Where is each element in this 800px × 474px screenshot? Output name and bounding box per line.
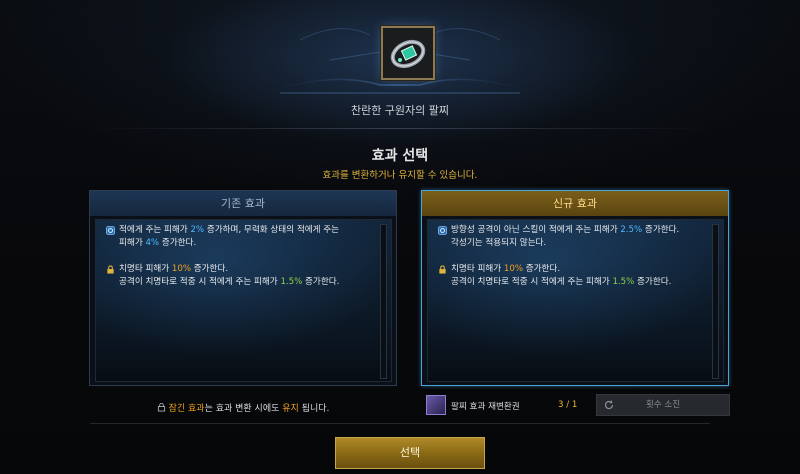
effect-entry: 치명타 피해가 10% 증가한다. 공격이 치명타로 적중 시 적에게 주는 피… — [438, 263, 706, 289]
scrollbar[interactable] — [380, 224, 387, 379]
reroll-button-label: 횟수 소진 — [645, 400, 681, 410]
current-effects-panel[interactable]: 기존 효과 적에게 주는 피해가 2% 증가하며, 무력화 상태의 적에게 주는… — [89, 190, 397, 386]
lock-icon — [439, 265, 446, 274]
effect-entry: 적에게 주는 피해가 2% 증가하며, 무력화 상태의 적에게 주는 피해가 4… — [106, 224, 374, 250]
effect-entry: 방향성 공격이 아닌 스킬이 적에게 주는 피해가 2.5% 증가한다. 각성기… — [438, 224, 706, 250]
reroll-ticket-count: 3 / 1 — [558, 400, 578, 410]
effect-icon — [438, 226, 447, 235]
select-button[interactable]: 선택 — [335, 437, 485, 469]
panel-title: 신규 효과 — [422, 191, 728, 216]
item-name: 찬란한 구원자의 팔찌 — [350, 104, 450, 117]
lock-note: 잠긴 효과는 효과 변환 시에도 유지 됩니다. — [89, 401, 397, 414]
refresh-icon — [604, 400, 614, 410]
scrollbar[interactable] — [712, 224, 719, 379]
effect-entry: 치명타 피해가 10% 증가한다. 공격이 치명타로 적중 시 적에게 주는 피… — [106, 263, 374, 289]
reroll-ticket-icon — [426, 395, 446, 415]
panel-body: 방향성 공격이 아닌 스킬이 적에게 주는 피해가 2.5% 증가한다. 각성기… — [427, 219, 724, 382]
reroll-button[interactable]: 횟수 소진 — [596, 394, 730, 416]
panel-title: 기존 효과 — [90, 191, 396, 216]
dialog-title: 효과 선택 — [371, 148, 429, 164]
reroll-ticket-row: 팔찌 효과 재변환권 3 / 1 횟수 소진 — [424, 394, 730, 416]
effect-icon — [106, 226, 115, 235]
new-effects-panel[interactable]: 신규 효과 방향성 공격이 아닌 스킬이 적에게 주는 피해가 2.5% 증가한… — [421, 190, 729, 386]
panel-body: 적에게 주는 피해가 2% 증가하며, 무력화 상태의 적에게 주는 피해가 4… — [95, 219, 392, 382]
bracelet-icon — [383, 28, 433, 78]
divider — [90, 423, 710, 424]
reroll-ticket-label: 팔찌 효과 재변환권 — [451, 402, 520, 412]
divider — [90, 128, 710, 129]
item-icon-frame — [381, 26, 435, 80]
lock-icon — [157, 403, 165, 412]
dialog-subtitle: 효과를 변환하거나 유지할 수 있습니다. — [322, 170, 478, 181]
lock-icon — [107, 265, 114, 274]
